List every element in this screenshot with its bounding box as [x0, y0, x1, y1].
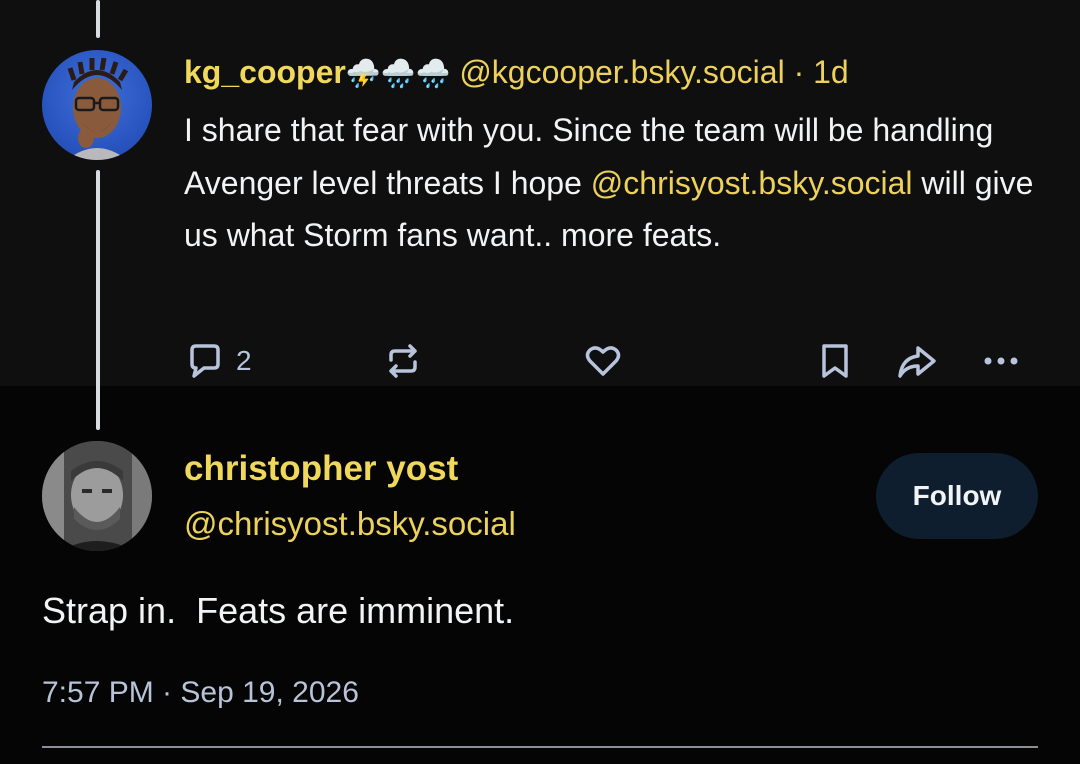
divider	[42, 746, 1038, 748]
separator-dot: ·	[793, 54, 805, 90]
reply-button[interactable]: 2	[184, 340, 252, 382]
repost-icon	[389, 344, 417, 378]
reply-header: kg_cooper⛈️🌧️🌧️ @kgcooper.bsky.social · …	[184, 52, 849, 92]
post-author-handle[interactable]: @chrisyost.bsky.social	[184, 502, 516, 546]
avatar-illustration-icon	[67, 57, 129, 160]
reply-icon	[190, 344, 220, 378]
repost-button[interactable]	[382, 340, 424, 382]
thread-line-middle	[96, 170, 100, 430]
christopher-yost-avatar[interactable]	[42, 441, 152, 551]
more-options-button[interactable]	[980, 340, 1022, 382]
bookmark-button[interactable]	[814, 340, 856, 382]
like-button[interactable]	[582, 340, 624, 382]
bookmark-icon	[822, 344, 848, 378]
avatar-photo-icon	[42, 441, 152, 551]
thread-line-top	[96, 0, 100, 38]
weather-emoji: ⛈️🌧️🌧️	[345, 58, 451, 89]
share-button[interactable]	[896, 340, 938, 382]
like-icon	[585, 346, 621, 376]
reply-count: 2	[236, 345, 252, 376]
mention-link[interactable]: @chrisyost.bsky.social	[591, 165, 913, 201]
more-icon	[984, 357, 1018, 365]
follow-button[interactable]: Follow	[876, 453, 1038, 539]
reply-author-handle[interactable]: @kgcooper.bsky.social	[459, 54, 784, 90]
post-timestamp: 7:57 PM · Sep 19, 2026	[42, 676, 359, 709]
post-text: Strap in. Feats are imminent.	[42, 590, 515, 631]
share-icon	[898, 346, 936, 378]
kg-cooper-avatar[interactable]	[42, 50, 152, 160]
reply-text: I share that fear with you. Since the te…	[184, 104, 1044, 262]
reply-time-ago[interactable]: 1d	[813, 54, 849, 90]
reply-author-name[interactable]: kg_cooper	[184, 54, 346, 90]
post-author-name[interactable]: christopher yost	[184, 447, 458, 491]
